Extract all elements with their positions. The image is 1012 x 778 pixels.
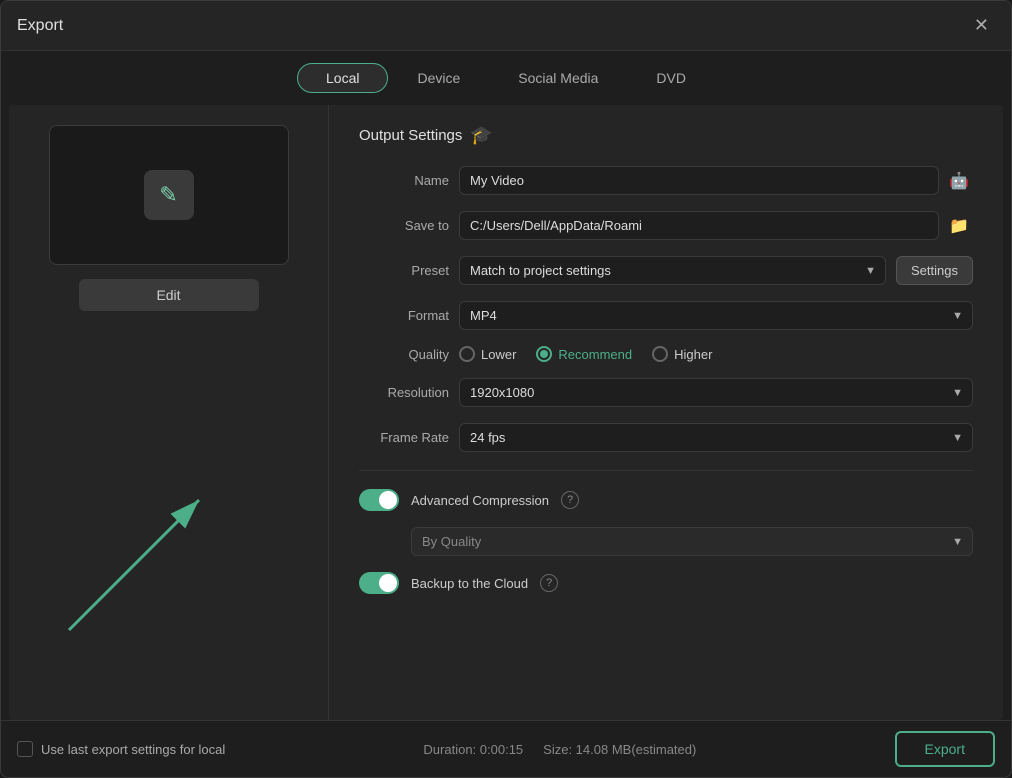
info-text: Duration: 0:00:15 Size: 14.08 MB(estimat…	[423, 742, 696, 757]
backup-cloud-toggle[interactable]	[359, 572, 399, 594]
advanced-compression-toggle[interactable]	[359, 489, 399, 511]
right-panel: Output Settings 🎓 Name 🤖 Save to 📁	[329, 105, 1003, 720]
frame-rate-select-wrap: 24 fps ▼	[459, 423, 973, 452]
last-settings-checkbox[interactable]	[17, 741, 33, 757]
size-text: Size: 14.08 MB(estimated)	[543, 742, 696, 757]
resolution-select-wrap: 1920x1080 ▼	[459, 378, 973, 407]
save-to-row: Save to 📁	[359, 211, 973, 240]
preset-label: Preset	[359, 263, 449, 278]
title-bar: Export ✕	[1, 1, 1011, 51]
quality-recommend-radio[interactable]	[536, 346, 552, 362]
quality-options: Lower Recommend Higher	[459, 346, 712, 362]
last-settings-label: Use last export settings for local	[41, 742, 225, 757]
quality-lower-option[interactable]: Lower	[459, 346, 516, 362]
compression-method-select-wrap: By Quality By Size ▼	[411, 527, 973, 556]
name-row: Name 🤖	[359, 166, 973, 195]
folder-browse-button[interactable]: 📁	[945, 212, 973, 240]
quality-lower-label: Lower	[481, 347, 516, 362]
quality-recommend-dot	[540, 350, 548, 358]
compression-method-select[interactable]: By Quality By Size	[411, 527, 973, 556]
frame-rate-row: Frame Rate 24 fps ▼	[359, 423, 973, 452]
main-content: ✎ Edit Output Settings 🎓	[9, 105, 1003, 720]
backup-cloud-help-icon[interactable]: ?	[540, 574, 558, 592]
backup-cloud-toggle-knob	[379, 574, 397, 592]
left-panel: ✎ Edit	[9, 105, 329, 720]
export-button[interactable]: Export	[895, 731, 995, 767]
advanced-compression-help-icon[interactable]: ?	[561, 491, 579, 509]
settings-icon: 🎓	[470, 125, 492, 146]
name-input-group: 🤖	[459, 166, 973, 195]
divider-1	[359, 470, 973, 471]
quality-higher-radio[interactable]	[652, 346, 668, 362]
quality-lower-radio[interactable]	[459, 346, 475, 362]
section-title-text: Output Settings	[359, 127, 462, 144]
name-input[interactable]	[459, 166, 939, 195]
resolution-label: Resolution	[359, 385, 449, 400]
tab-local[interactable]: Local	[297, 63, 388, 93]
duration-text: Duration: 0:00:15	[423, 742, 523, 757]
toggle-knob	[379, 491, 397, 509]
name-label: Name	[359, 173, 449, 188]
quality-label: Quality	[359, 347, 449, 362]
format-select-wrap: MP4 ▼	[459, 301, 973, 330]
backup-cloud-label: Backup to the Cloud	[411, 576, 528, 591]
last-settings-checkbox-row: Use last export settings for local	[17, 741, 225, 757]
settings-button[interactable]: Settings	[896, 256, 973, 285]
tabs-row: Local Device Social Media DVD	[1, 51, 1011, 105]
close-button[interactable]: ✕	[968, 13, 995, 38]
bottom-bar: Use last export settings for local Durat…	[1, 720, 1011, 777]
format-select[interactable]: MP4	[459, 301, 973, 330]
compression-options-row: By Quality By Size ▼	[411, 527, 973, 556]
preview-box: ✎	[49, 125, 289, 265]
preset-select-wrap: Match to project settings ▼	[459, 256, 886, 285]
quality-higher-option[interactable]: Higher	[652, 346, 712, 362]
preset-select[interactable]: Match to project settings	[459, 256, 886, 285]
arrow-annotation	[39, 480, 239, 640]
quality-recommend-label: Recommend	[558, 347, 632, 362]
save-to-input[interactable]	[459, 211, 939, 240]
quality-higher-label: Higher	[674, 347, 712, 362]
save-to-input-group: 📁	[459, 211, 973, 240]
edit-button[interactable]: Edit	[79, 279, 259, 311]
ai-rename-button[interactable]: 🤖	[945, 167, 973, 195]
frame-rate-select[interactable]: 24 fps	[459, 423, 973, 452]
save-to-label: Save to	[359, 218, 449, 233]
advanced-compression-label: Advanced Compression	[411, 493, 549, 508]
dialog-title: Export	[17, 17, 63, 35]
resolution-select[interactable]: 1920x1080	[459, 378, 973, 407]
preview-icon: ✎	[144, 170, 194, 220]
format-row: Format MP4 ▼	[359, 301, 973, 330]
advanced-compression-row: Advanced Compression ?	[359, 489, 973, 511]
quality-row: Quality Lower Recommend Higher	[359, 346, 973, 362]
resolution-row: Resolution 1920x1080 ▼	[359, 378, 973, 407]
section-title: Output Settings 🎓	[359, 125, 973, 146]
tab-dvd[interactable]: DVD	[627, 63, 715, 93]
format-label: Format	[359, 308, 449, 323]
tab-device[interactable]: Device	[388, 63, 489, 93]
tab-social-media[interactable]: Social Media	[489, 63, 627, 93]
frame-rate-label: Frame Rate	[359, 430, 449, 445]
backup-cloud-row: Backup to the Cloud ?	[359, 572, 973, 594]
export-dialog: Export ✕ Local Device Social Media DVD ✎…	[0, 0, 1012, 778]
quality-recommend-option[interactable]: Recommend	[536, 346, 632, 362]
preset-row: Preset Match to project settings ▼ Setti…	[359, 256, 973, 285]
